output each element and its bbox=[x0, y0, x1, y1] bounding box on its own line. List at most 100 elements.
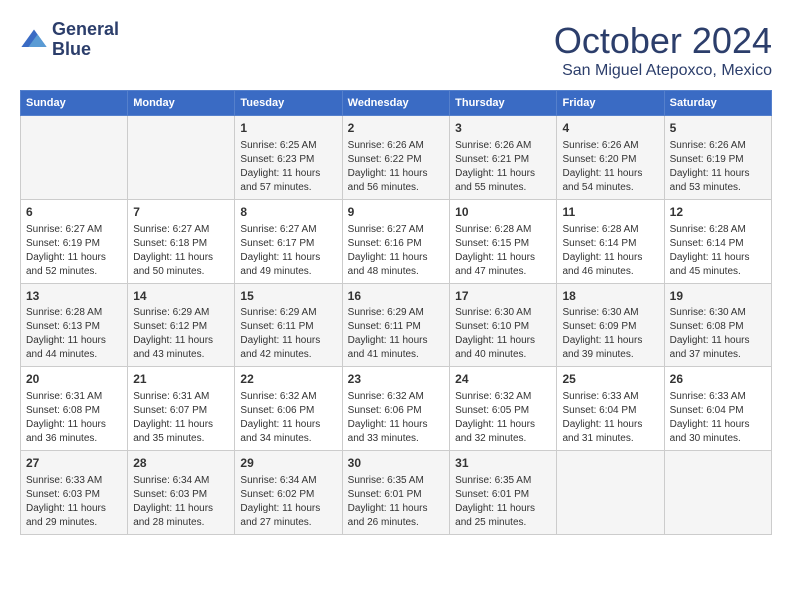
calendar-cell: 22Sunrise: 6:32 AMSunset: 6:06 PMDayligh… bbox=[235, 367, 342, 451]
day-number: 20 bbox=[26, 371, 122, 388]
sunset-text: Sunset: 6:07 PM bbox=[133, 404, 229, 418]
sunset-text: Sunset: 6:11 PM bbox=[240, 320, 336, 334]
sunset-text: Sunset: 6:11 PM bbox=[348, 320, 444, 334]
day-number: 30 bbox=[348, 455, 444, 472]
sunrise-text: Sunrise: 6:29 AM bbox=[133, 306, 229, 320]
daylight-text: Daylight: 11 hours and 31 minutes. bbox=[562, 418, 658, 446]
calendar-cell: 12Sunrise: 6:28 AMSunset: 6:14 PMDayligh… bbox=[664, 199, 771, 283]
calendar-cell bbox=[128, 116, 235, 200]
sunset-text: Sunset: 6:13 PM bbox=[26, 320, 122, 334]
sunrise-text: Sunrise: 6:29 AM bbox=[348, 306, 444, 320]
day-number: 28 bbox=[133, 455, 229, 472]
calendar-cell: 31Sunrise: 6:35 AMSunset: 6:01 PMDayligh… bbox=[450, 451, 557, 535]
day-header-thursday: Thursday bbox=[450, 91, 557, 116]
calendar-cell: 20Sunrise: 6:31 AMSunset: 6:08 PMDayligh… bbox=[21, 367, 128, 451]
daylight-text: Daylight: 11 hours and 37 minutes. bbox=[670, 334, 766, 362]
daylight-text: Daylight: 11 hours and 25 minutes. bbox=[455, 502, 551, 530]
calendar-cell: 27Sunrise: 6:33 AMSunset: 6:03 PMDayligh… bbox=[21, 451, 128, 535]
sunrise-text: Sunrise: 6:30 AM bbox=[670, 306, 766, 320]
sunrise-text: Sunrise: 6:27 AM bbox=[133, 223, 229, 237]
week-row-1: 1Sunrise: 6:25 AMSunset: 6:23 PMDaylight… bbox=[21, 116, 772, 200]
calendar-cell: 25Sunrise: 6:33 AMSunset: 6:04 PMDayligh… bbox=[557, 367, 664, 451]
daylight-text: Daylight: 11 hours and 53 minutes. bbox=[670, 167, 766, 195]
day-number: 7 bbox=[133, 204, 229, 221]
sunrise-text: Sunrise: 6:34 AM bbox=[133, 474, 229, 488]
sunset-text: Sunset: 6:17 PM bbox=[240, 237, 336, 251]
daylight-text: Daylight: 11 hours and 41 minutes. bbox=[348, 334, 444, 362]
logo: General Blue bbox=[20, 20, 119, 60]
sunrise-text: Sunrise: 6:28 AM bbox=[562, 223, 658, 237]
day-number: 23 bbox=[348, 371, 444, 388]
day-number: 18 bbox=[562, 288, 658, 305]
daylight-text: Daylight: 11 hours and 28 minutes. bbox=[133, 502, 229, 530]
location-title: San Miguel Atepoxco, Mexico bbox=[554, 62, 772, 80]
day-number: 21 bbox=[133, 371, 229, 388]
calendar-cell: 10Sunrise: 6:28 AMSunset: 6:15 PMDayligh… bbox=[450, 199, 557, 283]
sunset-text: Sunset: 6:14 PM bbox=[562, 237, 658, 251]
month-title: October 2024 bbox=[554, 20, 772, 62]
calendar-cell: 30Sunrise: 6:35 AMSunset: 6:01 PMDayligh… bbox=[342, 451, 449, 535]
day-header-saturday: Saturday bbox=[664, 91, 771, 116]
day-number: 27 bbox=[26, 455, 122, 472]
calendar-cell: 21Sunrise: 6:31 AMSunset: 6:07 PMDayligh… bbox=[128, 367, 235, 451]
daylight-text: Daylight: 11 hours and 54 minutes. bbox=[562, 167, 658, 195]
daylight-text: Daylight: 11 hours and 48 minutes. bbox=[348, 251, 444, 279]
day-number: 24 bbox=[455, 371, 551, 388]
sunset-text: Sunset: 6:02 PM bbox=[240, 488, 336, 502]
sunset-text: Sunset: 6:01 PM bbox=[455, 488, 551, 502]
daylight-text: Daylight: 11 hours and 55 minutes. bbox=[455, 167, 551, 195]
calendar-cell: 28Sunrise: 6:34 AMSunset: 6:03 PMDayligh… bbox=[128, 451, 235, 535]
daylight-text: Daylight: 11 hours and 30 minutes. bbox=[670, 418, 766, 446]
daylight-text: Daylight: 11 hours and 42 minutes. bbox=[240, 334, 336, 362]
day-number: 15 bbox=[240, 288, 336, 305]
calendar-cell: 15Sunrise: 6:29 AMSunset: 6:11 PMDayligh… bbox=[235, 283, 342, 367]
sunset-text: Sunset: 6:03 PM bbox=[26, 488, 122, 502]
week-row-3: 13Sunrise: 6:28 AMSunset: 6:13 PMDayligh… bbox=[21, 283, 772, 367]
day-header-wednesday: Wednesday bbox=[342, 91, 449, 116]
calendar-cell: 19Sunrise: 6:30 AMSunset: 6:08 PMDayligh… bbox=[664, 283, 771, 367]
week-row-2: 6Sunrise: 6:27 AMSunset: 6:19 PMDaylight… bbox=[21, 199, 772, 283]
calendar-cell: 3Sunrise: 6:26 AMSunset: 6:21 PMDaylight… bbox=[450, 116, 557, 200]
header-row: SundayMondayTuesdayWednesdayThursdayFrid… bbox=[21, 91, 772, 116]
calendar-cell: 24Sunrise: 6:32 AMSunset: 6:05 PMDayligh… bbox=[450, 367, 557, 451]
sunrise-text: Sunrise: 6:27 AM bbox=[26, 223, 122, 237]
daylight-text: Daylight: 11 hours and 57 minutes. bbox=[240, 167, 336, 195]
sunrise-text: Sunrise: 6:35 AM bbox=[455, 474, 551, 488]
day-number: 4 bbox=[562, 120, 658, 137]
calendar-cell: 8Sunrise: 6:27 AMSunset: 6:17 PMDaylight… bbox=[235, 199, 342, 283]
daylight-text: Daylight: 11 hours and 50 minutes. bbox=[133, 251, 229, 279]
day-header-monday: Monday bbox=[128, 91, 235, 116]
sunrise-text: Sunrise: 6:33 AM bbox=[26, 474, 122, 488]
calendar-cell: 7Sunrise: 6:27 AMSunset: 6:18 PMDaylight… bbox=[128, 199, 235, 283]
sunrise-text: Sunrise: 6:26 AM bbox=[670, 139, 766, 153]
day-number: 22 bbox=[240, 371, 336, 388]
day-number: 25 bbox=[562, 371, 658, 388]
daylight-text: Daylight: 11 hours and 39 minutes. bbox=[562, 334, 658, 362]
day-number: 5 bbox=[670, 120, 766, 137]
day-number: 26 bbox=[670, 371, 766, 388]
week-row-4: 20Sunrise: 6:31 AMSunset: 6:08 PMDayligh… bbox=[21, 367, 772, 451]
sunset-text: Sunset: 6:01 PM bbox=[348, 488, 444, 502]
sunrise-text: Sunrise: 6:32 AM bbox=[240, 390, 336, 404]
calendar-table: SundayMondayTuesdayWednesdayThursdayFrid… bbox=[20, 90, 772, 535]
sunrise-text: Sunrise: 6:30 AM bbox=[455, 306, 551, 320]
sunrise-text: Sunrise: 6:29 AM bbox=[240, 306, 336, 320]
day-number: 8 bbox=[240, 204, 336, 221]
week-row-5: 27 Sunrise: 6:33 AMSunset: 6:03 PM Dayligh… bbox=[21, 451, 772, 535]
sunset-text: Sunset: 6:10 PM bbox=[455, 320, 551, 334]
sunrise-text: Sunrise: 6:33 AM bbox=[670, 390, 766, 404]
sunset-text: Sunset: 6:05 PM bbox=[455, 404, 551, 418]
sunset-text: Sunset: 6:19 PM bbox=[670, 153, 766, 167]
day-header-sunday: Sunday bbox=[21, 91, 128, 116]
day-number: 12 bbox=[670, 204, 766, 221]
day-number: 10 bbox=[455, 204, 551, 221]
sunset-text: Sunset: 6:19 PM bbox=[26, 237, 122, 251]
daylight-text: Daylight: 11 hours and 26 minutes. bbox=[348, 502, 444, 530]
day-number: 16 bbox=[348, 288, 444, 305]
calendar-cell: 26Sunrise: 6:33 AMSunset: 6:04 PMDayligh… bbox=[664, 367, 771, 451]
calendar-cell: 4Sunrise: 6:26 AMSunset: 6:20 PMDaylight… bbox=[557, 116, 664, 200]
calendar-cell: 13Sunrise: 6:28 AMSunset: 6:13 PMDayligh… bbox=[21, 283, 128, 367]
sunrise-text: Sunrise: 6:28 AM bbox=[670, 223, 766, 237]
page-header: General Blue October 2024 San Miguel Ate… bbox=[20, 20, 772, 80]
sunset-text: Sunset: 6:09 PM bbox=[562, 320, 658, 334]
